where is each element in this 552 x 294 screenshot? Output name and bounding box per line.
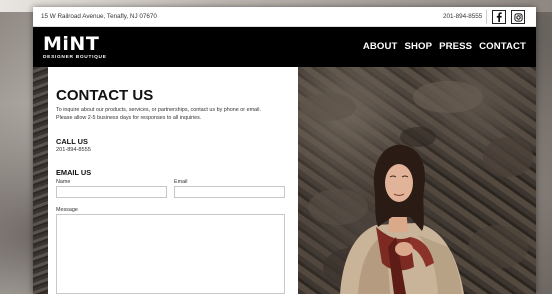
message-field[interactable] — [56, 214, 285, 294]
intro-line-1: To inquire about our products, services,… — [56, 107, 261, 113]
left-stone-strip — [33, 67, 48, 294]
top-divider — [486, 10, 487, 24]
main-navbar: MiNT DESIGNER BOUTIQUE ABOUT SHOP PRESS … — [33, 27, 536, 67]
intro-line-2: Please allow 2-5 business days for respo… — [56, 115, 202, 121]
website-window: 15 W Railroad Avenue, Tenafly, NJ 07670 … — [33, 7, 536, 294]
nav-press[interactable]: PRESS — [439, 41, 472, 52]
store-address: 15 W Railroad Avenue, Tenafly, NJ 07670 — [41, 13, 157, 20]
name-field[interactable] — [56, 186, 167, 198]
contact-panel: CONTACT US To inquire about our products… — [48, 67, 298, 294]
mint-logo[interactable]: MiNT DESIGNER BOUTIQUE — [43, 33, 107, 61]
call-us-number[interactable]: 201-894-8555 — [56, 147, 91, 153]
instagram-icon[interactable] — [511, 10, 525, 24]
nav-contact[interactable]: CONTACT — [479, 41, 526, 52]
logo-tagline: DESIGNER BOUTIQUE — [43, 55, 107, 60]
email-label: Email — [174, 179, 188, 185]
intro-text: To inquire about our products, services,… — [56, 106, 291, 122]
top-info-bar: 15 W Railroad Avenue, Tenafly, NJ 07670 … — [33, 7, 536, 27]
facebook-icon[interactable] — [492, 10, 506, 24]
call-us-heading: CALL US — [56, 137, 88, 146]
message-label: Message — [56, 207, 78, 213]
model-illustration — [300, 81, 533, 294]
nav-shop[interactable]: SHOP — [404, 41, 432, 52]
main-content: CONTACT US To inquire about our products… — [33, 67, 536, 294]
nav-about[interactable]: ABOUT — [363, 41, 398, 52]
name-label: Name — [56, 179, 71, 185]
email-field[interactable] — [174, 186, 285, 198]
top-phone-number[interactable]: 201-894-8555 — [443, 13, 482, 20]
page-title: CONTACT US — [56, 87, 154, 104]
logo-wordmark: MiNT — [43, 33, 100, 55]
email-us-heading: EMAIL US — [56, 168, 92, 177]
primary-nav: ABOUT SHOP PRESS CONTACT — [363, 41, 526, 52]
model-photo — [298, 67, 536, 294]
